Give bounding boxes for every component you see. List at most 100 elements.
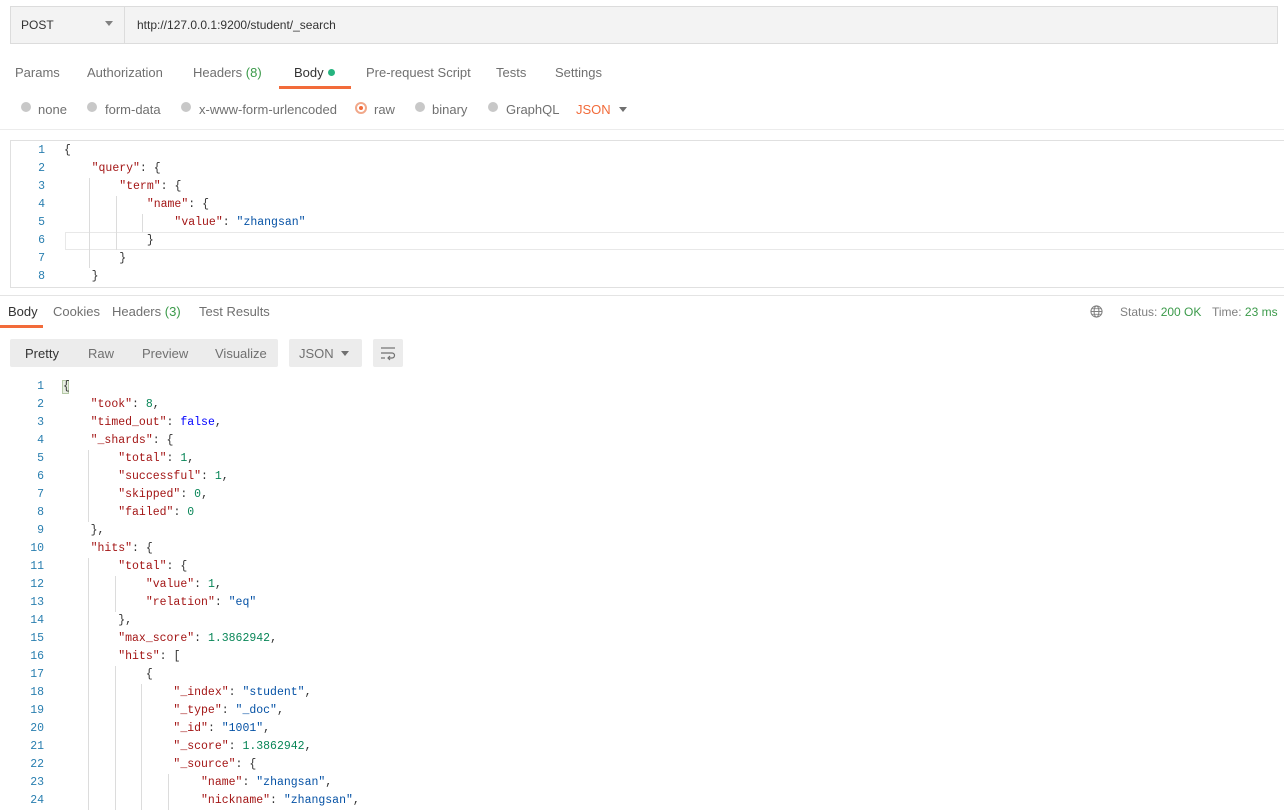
response-body-viewer[interactable]: 1 {2 "took": 8, 3 "timed_out": false, 4 "_s… bbox=[0, 378, 1284, 810]
code-text: "value": "zhangsan" bbox=[174, 216, 306, 229]
indent-guide bbox=[88, 594, 90, 612]
indent-guide bbox=[88, 738, 90, 756]
globe-icon[interactable] bbox=[1090, 305, 1103, 318]
view-pretty-button[interactable]: Pretty bbox=[25, 346, 59, 361]
chevron-down-icon[interactable] bbox=[619, 107, 627, 112]
current-line-highlight bbox=[65, 232, 1284, 250]
line-number: 8 bbox=[38, 270, 45, 283]
indent-guide bbox=[89, 232, 91, 250]
view-raw-button[interactable]: Raw bbox=[88, 346, 114, 361]
response-tab-headers-count: (3) bbox=[164, 304, 181, 319]
radio-x-www-form-urlencoded[interactable] bbox=[181, 102, 191, 112]
tab-authorization[interactable]: Authorization bbox=[87, 65, 163, 80]
line-number: 5 bbox=[37, 452, 44, 465]
code-text: "skipped": 0, bbox=[118, 488, 208, 501]
status-value: 200 OK bbox=[1160, 305, 1202, 319]
line-number: 10 bbox=[30, 542, 44, 555]
line-number: 6 bbox=[37, 470, 44, 483]
chevron-down-icon bbox=[341, 351, 349, 356]
code-text: "name": { bbox=[146, 198, 209, 211]
indent-guide bbox=[114, 702, 116, 720]
status-label: Status: bbox=[1120, 305, 1158, 319]
indent-guide bbox=[88, 558, 90, 576]
radio-label-binary: binary bbox=[432, 102, 468, 117]
method-select[interactable]: POST bbox=[11, 7, 125, 43]
line-number: 20 bbox=[30, 722, 44, 735]
body-modified-dot-icon bbox=[328, 69, 335, 76]
response-tab-headers[interactable]: Headers (3) bbox=[112, 304, 181, 319]
response-format-select[interactable]: JSON bbox=[289, 339, 362, 367]
wrap-lines-button[interactable] bbox=[373, 339, 403, 367]
code-text: "value": 1, bbox=[145, 578, 222, 591]
indent-guide bbox=[141, 792, 143, 810]
radio-label-graphql: GraphQL bbox=[506, 102, 560, 117]
indent-guide bbox=[88, 756, 90, 774]
code-text: { bbox=[145, 668, 153, 681]
indent-guide bbox=[89, 196, 91, 214]
code-text: "_index": "student", bbox=[173, 686, 312, 699]
indent-guide bbox=[167, 774, 169, 792]
indent-guide bbox=[88, 468, 90, 486]
line-number: 7 bbox=[37, 488, 44, 501]
line-number: 6 bbox=[38, 234, 45, 247]
line-number: 3 bbox=[37, 416, 44, 429]
time-label: Time: bbox=[1212, 305, 1242, 319]
radio-label-none: none bbox=[38, 102, 67, 117]
code-text: } bbox=[119, 252, 127, 265]
radio-binary[interactable] bbox=[415, 102, 425, 112]
tab-tests[interactable]: Tests bbox=[496, 65, 526, 80]
request-body-editor[interactable]: 1 {2 "query": {3 "term": {4 "name": {5 "v… bbox=[10, 140, 1284, 288]
line-number: 14 bbox=[30, 614, 44, 627]
indent-guide bbox=[142, 214, 144, 232]
code-text: } bbox=[146, 234, 154, 247]
indent-guide bbox=[114, 666, 116, 684]
response-tab-test-results[interactable]: Test Results bbox=[199, 304, 270, 319]
radio-form-data[interactable] bbox=[87, 102, 97, 112]
url-bar: POST http://127.0.0.1:9200/student/_sear… bbox=[10, 6, 1278, 44]
divider bbox=[0, 129, 1284, 130]
indent-guide bbox=[114, 684, 116, 702]
indent-guide bbox=[88, 666, 90, 684]
line-number: 1 bbox=[38, 144, 45, 157]
indent-guide bbox=[115, 214, 117, 232]
indent-guide bbox=[88, 630, 90, 648]
radio-graphql[interactable] bbox=[488, 102, 498, 112]
tab-headers[interactable]: Headers (8) bbox=[193, 65, 262, 80]
url-input[interactable]: http://127.0.0.1:9200/student/_search bbox=[137, 18, 336, 32]
indent-guide bbox=[167, 792, 169, 810]
code-text: "relation": "eq" bbox=[145, 596, 257, 609]
tab-headers-label: Headers bbox=[193, 65, 243, 80]
tab-pre-request-script[interactable]: Pre-request Script bbox=[366, 65, 471, 80]
view-preview-button[interactable]: Preview bbox=[142, 346, 188, 361]
code-text: "query": { bbox=[91, 162, 161, 175]
code-text: "took": 8, bbox=[90, 398, 160, 411]
indent-guide bbox=[88, 648, 90, 666]
code-text: "hits": [ bbox=[118, 650, 181, 663]
radio-none[interactable] bbox=[21, 102, 31, 112]
radio-label-x-www-form-urlencoded: x-www-form-urlencoded bbox=[199, 102, 337, 117]
indent-guide bbox=[88, 774, 90, 792]
code-text: "max_score": 1.3862942, bbox=[118, 632, 277, 645]
tab-body[interactable]: Body bbox=[294, 65, 324, 80]
response-format-label: JSON bbox=[299, 346, 334, 361]
indent-guide bbox=[88, 576, 90, 594]
code-text: "name": "zhangsan", bbox=[201, 776, 333, 789]
tab-settings[interactable]: Settings bbox=[555, 65, 602, 80]
tab-params[interactable]: Params bbox=[15, 65, 60, 80]
indent-guide bbox=[114, 738, 116, 756]
view-visualize-button[interactable]: Visualize bbox=[215, 346, 267, 361]
response-tab-cookies[interactable]: Cookies bbox=[53, 304, 100, 319]
indent-guide bbox=[88, 450, 90, 468]
indent-guide bbox=[88, 504, 90, 522]
indent-guide bbox=[89, 178, 91, 196]
body-format-select[interactable]: JSON bbox=[576, 102, 611, 117]
indent-guide bbox=[141, 702, 143, 720]
method-label: POST bbox=[21, 18, 54, 32]
line-number: 9 bbox=[37, 524, 44, 537]
response-status: Status: 200 OK bbox=[1120, 305, 1201, 319]
line-number: 2 bbox=[37, 398, 44, 411]
indent-guide bbox=[88, 612, 90, 630]
radio-raw[interactable] bbox=[355, 102, 367, 114]
view-mode-group: Pretty Raw Preview Visualize bbox=[10, 339, 278, 367]
response-tab-body[interactable]: Body bbox=[8, 304, 38, 319]
